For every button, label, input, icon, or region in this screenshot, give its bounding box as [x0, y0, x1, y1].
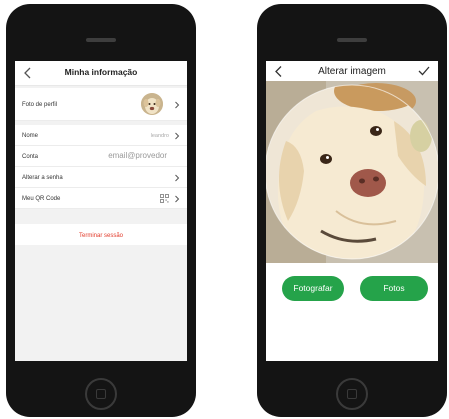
- speaker-grille: [337, 38, 367, 42]
- chevron-right-icon: [175, 174, 180, 182]
- photos-button[interactable]: Fotos: [360, 276, 428, 301]
- row-label: Meu QR Code: [22, 196, 61, 202]
- chevron-right-icon: [175, 101, 180, 109]
- profile-screen: Minha informação Foto de perfil Nome lea…: [15, 61, 187, 361]
- dog-photo: [266, 81, 438, 263]
- logout-label: Terminar sessão: [78, 233, 123, 239]
- speaker-grille: [86, 38, 116, 42]
- page-title: Minha informação: [64, 67, 138, 77]
- change-image-screen: Alterar imagem Fotografar Fotos: [266, 61, 438, 361]
- name-value: leandro: [150, 133, 169, 139]
- row-change-password[interactable]: Alterar a senha: [15, 167, 187, 188]
- crop-preview[interactable]: [266, 81, 438, 263]
- row-label: Alterar a senha: [22, 175, 63, 181]
- home-square-icon: [347, 389, 357, 399]
- row-label: Conta: [22, 154, 39, 160]
- logout-button[interactable]: Terminar sessão: [15, 224, 187, 245]
- row-name[interactable]: Nome leandro: [15, 125, 187, 146]
- check-icon[interactable]: [418, 66, 430, 76]
- take-photo-button[interactable]: Fotografar: [282, 276, 344, 301]
- home-button[interactable]: [85, 378, 117, 410]
- nav-bar: Alterar imagem: [266, 61, 438, 81]
- row-account: Conta email@provedor: [15, 146, 187, 167]
- row-qr-code[interactable]: Meu QR Code: [15, 188, 187, 209]
- chevron-right-icon: [175, 132, 180, 140]
- chevron-right-icon: [175, 195, 180, 203]
- qr-code-icon: [160, 194, 169, 203]
- row-profile-photo[interactable]: Foto de perfil: [15, 88, 187, 121]
- page-title: Alterar imagem: [318, 66, 386, 77]
- home-square-icon: [96, 389, 106, 399]
- home-button[interactable]: [336, 378, 368, 410]
- phone-frame-right: Alterar imagem Fotografar Fotos: [257, 4, 447, 417]
- phone-frame-left: Minha informação Foto de perfil Nome lea…: [6, 4, 196, 417]
- row-label: Foto de perfil: [22, 102, 58, 108]
- account-value: email@provedor: [108, 151, 167, 160]
- nav-bar: Minha informação: [15, 61, 187, 86]
- row-label: Nome: [22, 133, 39, 139]
- avatar: [141, 93, 163, 115]
